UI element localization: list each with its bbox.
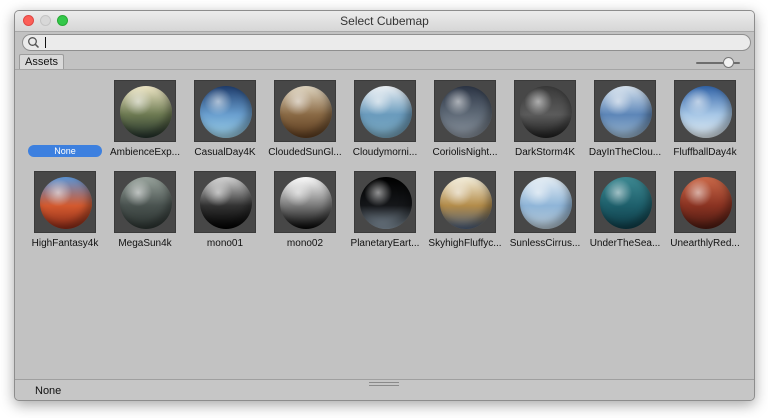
cubemap-asset-item[interactable]: DayInTheClou... (585, 80, 665, 160)
cubemap-preview-sphere (280, 86, 332, 138)
cubemap-thumbnail (354, 171, 416, 233)
cubemap-asset-label: SunlessCirrus... (509, 238, 581, 249)
cubemap-thumbnail (114, 80, 176, 142)
cubemap-asset-item[interactable]: SunlessCirrus... (505, 171, 585, 251)
cubemap-preview-sphere (440, 86, 492, 138)
cubemap-asset-item[interactable]: mono01 (185, 171, 265, 251)
status-bar: None (15, 379, 754, 400)
cubemap-thumbnail (354, 80, 416, 142)
cubemap-asset-label: UnearthlyRed... (670, 238, 740, 249)
cubemap-asset-label: CasualDay4K (194, 147, 256, 158)
cubemap-asset-label: DarkStorm4K (514, 147, 575, 158)
cubemap-asset-label: FluffballDay4k (673, 147, 737, 158)
cubemap-asset-item[interactable]: FluffballDay4k (665, 80, 745, 160)
cubemap-asset-label: mono01 (206, 238, 244, 249)
cubemap-thumbnail (194, 171, 256, 233)
cubemap-asset-label: AmbienceExp... (109, 147, 181, 158)
cubemap-preview-sphere (440, 177, 492, 229)
asset-grid: AmbienceExp... CasualDay4K CloudedSunGl...… (15, 11, 754, 400)
cubemap-asset-item[interactable]: CasualDay4K (185, 80, 265, 160)
cubemap-asset-item[interactable]: CloudedSunGl... (265, 80, 345, 160)
cubemap-asset-label: CloudedSunGl... (268, 147, 342, 158)
cubemap-preview-sphere (120, 177, 172, 229)
cubemap-asset-item[interactable]: mono02 (265, 171, 345, 251)
cubemap-preview-sphere (360, 177, 412, 229)
cubemap-thumbnail (594, 171, 656, 233)
select-cubemap-window: Select Cubemap Assets None AmbienceExp..… (14, 10, 755, 401)
cubemap-preview-sphere (680, 177, 732, 229)
cubemap-asset-item[interactable]: AmbienceExp... (105, 80, 185, 160)
cubemap-preview-sphere (280, 177, 332, 229)
selected-asset-name: None (35, 385, 62, 397)
cubemap-preview-sphere (360, 86, 412, 138)
cubemap-asset-label: UnderTheSea... (589, 238, 661, 249)
cubemap-asset-label: DayInTheClou... (588, 147, 662, 158)
cubemap-thumbnail (274, 80, 336, 142)
cubemap-asset-item[interactable]: Cloudymorni... (345, 80, 425, 160)
cubemap-thumbnail (34, 171, 96, 233)
cubemap-thumbnail (114, 171, 176, 233)
cubemap-thumbnail (514, 171, 576, 233)
cubemap-asset-item[interactable]: CoriolisNight... (425, 80, 505, 160)
cubemap-asset-item[interactable]: MegaSun4k (105, 171, 185, 251)
cubemap-preview-sphere (520, 177, 572, 229)
cubemap-asset-label: HighFantasy4k (31, 238, 99, 249)
cubemap-preview-sphere (600, 177, 652, 229)
cubemap-asset-item[interactable]: UnearthlyRed... (665, 171, 745, 251)
cubemap-thumbnail (194, 80, 256, 142)
cubemap-thumbnail (674, 80, 736, 142)
cubemap-asset-label: Cloudymorni... (352, 147, 418, 158)
cubemap-preview-sphere (200, 86, 252, 138)
cubemap-asset-item[interactable]: SkyhighFluffyc... (425, 171, 505, 251)
cubemap-asset-item[interactable]: UnderTheSea... (585, 171, 665, 251)
cubemap-asset-label: CoriolisNight... (432, 147, 498, 158)
cubemap-asset-item[interactable]: HighFantasy4k (25, 171, 105, 251)
cubemap-preview-sphere (600, 86, 652, 138)
cubemap-preview-sphere (40, 177, 92, 229)
cubemap-asset-label: mono02 (286, 238, 324, 249)
cubemap-preview-sphere (200, 177, 252, 229)
cubemap-asset-item[interactable]: DarkStorm4K (505, 80, 585, 160)
cubemap-thumbnail (674, 171, 736, 233)
cubemap-thumbnail (434, 80, 496, 142)
cubemap-asset-item[interactable]: PlanetaryEart... (345, 171, 425, 251)
cubemap-preview-sphere (120, 86, 172, 138)
resize-handle[interactable] (369, 382, 399, 387)
cubemap-thumbnail (274, 171, 336, 233)
cubemap-asset-label: MegaSun4k (118, 238, 172, 249)
cubemap-preview-sphere (520, 86, 572, 138)
cubemap-thumbnail (514, 80, 576, 142)
cubemap-thumbnail (434, 171, 496, 233)
cubemap-preview-sphere (680, 86, 732, 138)
cubemap-asset-label: PlanetaryEart... (350, 238, 420, 249)
cubemap-asset-label: SkyhighFluffyc... (428, 238, 502, 249)
cubemap-thumbnail (594, 80, 656, 142)
